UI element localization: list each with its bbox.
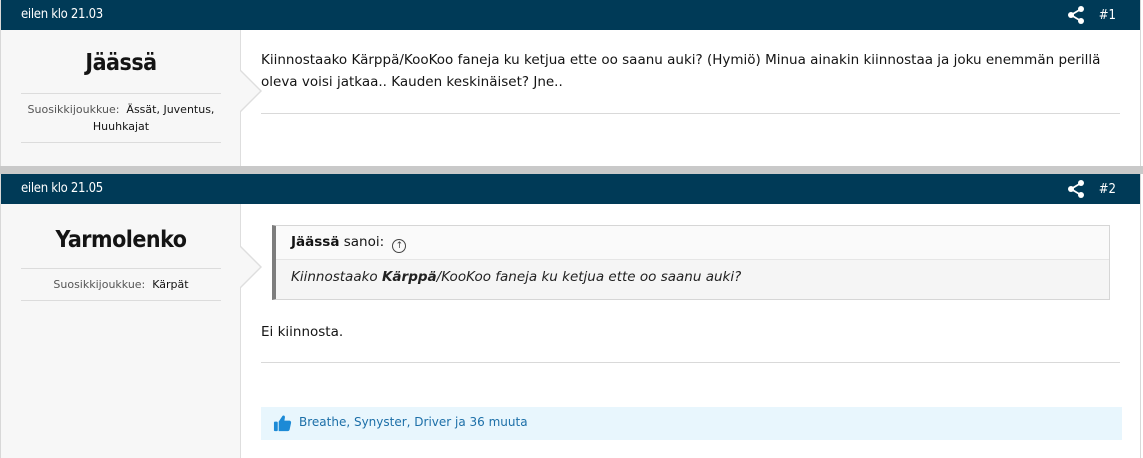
arrow-up-circle-icon[interactable]: ↑: [392, 239, 407, 253]
post-1: eilen klo 21.03 #1 Jäässä Suosikkijoukku…: [0, 0, 1141, 166]
likes-list[interactable]: Breathe, Synyster, Driver ja 36 muuta: [299, 415, 528, 429]
post-date[interactable]: eilen klo 21.03: [21, 7, 103, 22]
post-2: eilen klo 21.05 #2 Yarmolenko Suosikkijo…: [0, 174, 1141, 458]
favorite-team-label: Suosikkijoukkue:: [53, 278, 146, 291]
favorite-team-info: Suosikkijoukkue: Kärpät: [21, 268, 221, 301]
favorite-team-label: Suosikkijoukkue:: [27, 103, 120, 116]
post-header: eilen klo 21.05 #2: [1, 174, 1140, 204]
user-panel: Jäässä Suosikkijoukkue: Ässät, Juventus,…: [1, 30, 241, 166]
share-icon[interactable]: [1066, 179, 1086, 199]
username[interactable]: Yarmolenko: [1, 227, 241, 253]
favorite-team-value: Kärpät: [152, 278, 189, 291]
post-date[interactable]: eilen klo 21.05: [21, 181, 103, 196]
quote-said: sanoi:: [343, 234, 385, 250]
quote-text-part: /KooKoo faneja ku ketjua ette oo saanu a…: [436, 269, 742, 285]
username[interactable]: Jäässä: [1, 50, 241, 76]
quote-block: Jäässä sanoi: ↑ Kiinnostaako Kärppä/KooK…: [272, 225, 1110, 300]
share-icon[interactable]: [1066, 5, 1086, 25]
quote-text: Kiinnostaako Kärppä/KooKoo faneja ku ket…: [291, 266, 1094, 288]
post-separator: [0, 166, 1143, 174]
post-header: eilen klo 21.03 #1: [1, 0, 1140, 30]
post-number[interactable]: #2: [1099, 182, 1116, 197]
post-body: Ei kiinnosta.: [261, 324, 344, 340]
likes-bar: Breathe, Synyster, Driver ja 36 muuta: [261, 407, 1122, 440]
quote-text-bold: Kärppä: [381, 269, 437, 285]
post-number[interactable]: #1: [1099, 8, 1116, 23]
favorite-team-info: Suosikkijoukkue: Ässät, Juventus, Huuhka…: [21, 93, 221, 143]
user-panel: Yarmolenko Suosikkijoukkue: Kärpät: [1, 204, 241, 458]
post-divider: [261, 362, 1120, 363]
user-panel-arrow-fill: [240, 71, 260, 111]
quote-header: Jäässä sanoi: ↑: [276, 226, 1109, 260]
post-divider: [261, 113, 1120, 114]
quote-text-part: Kiinnostaako: [291, 269, 382, 285]
thumbs-up-icon: [273, 415, 292, 432]
post-body: Kiinnostaako Kärppä/KooKoo faneja ku ket…: [261, 52, 1101, 90]
user-panel-arrow-fill: [240, 247, 260, 287]
quote-author[interactable]: Jäässä: [291, 234, 339, 250]
